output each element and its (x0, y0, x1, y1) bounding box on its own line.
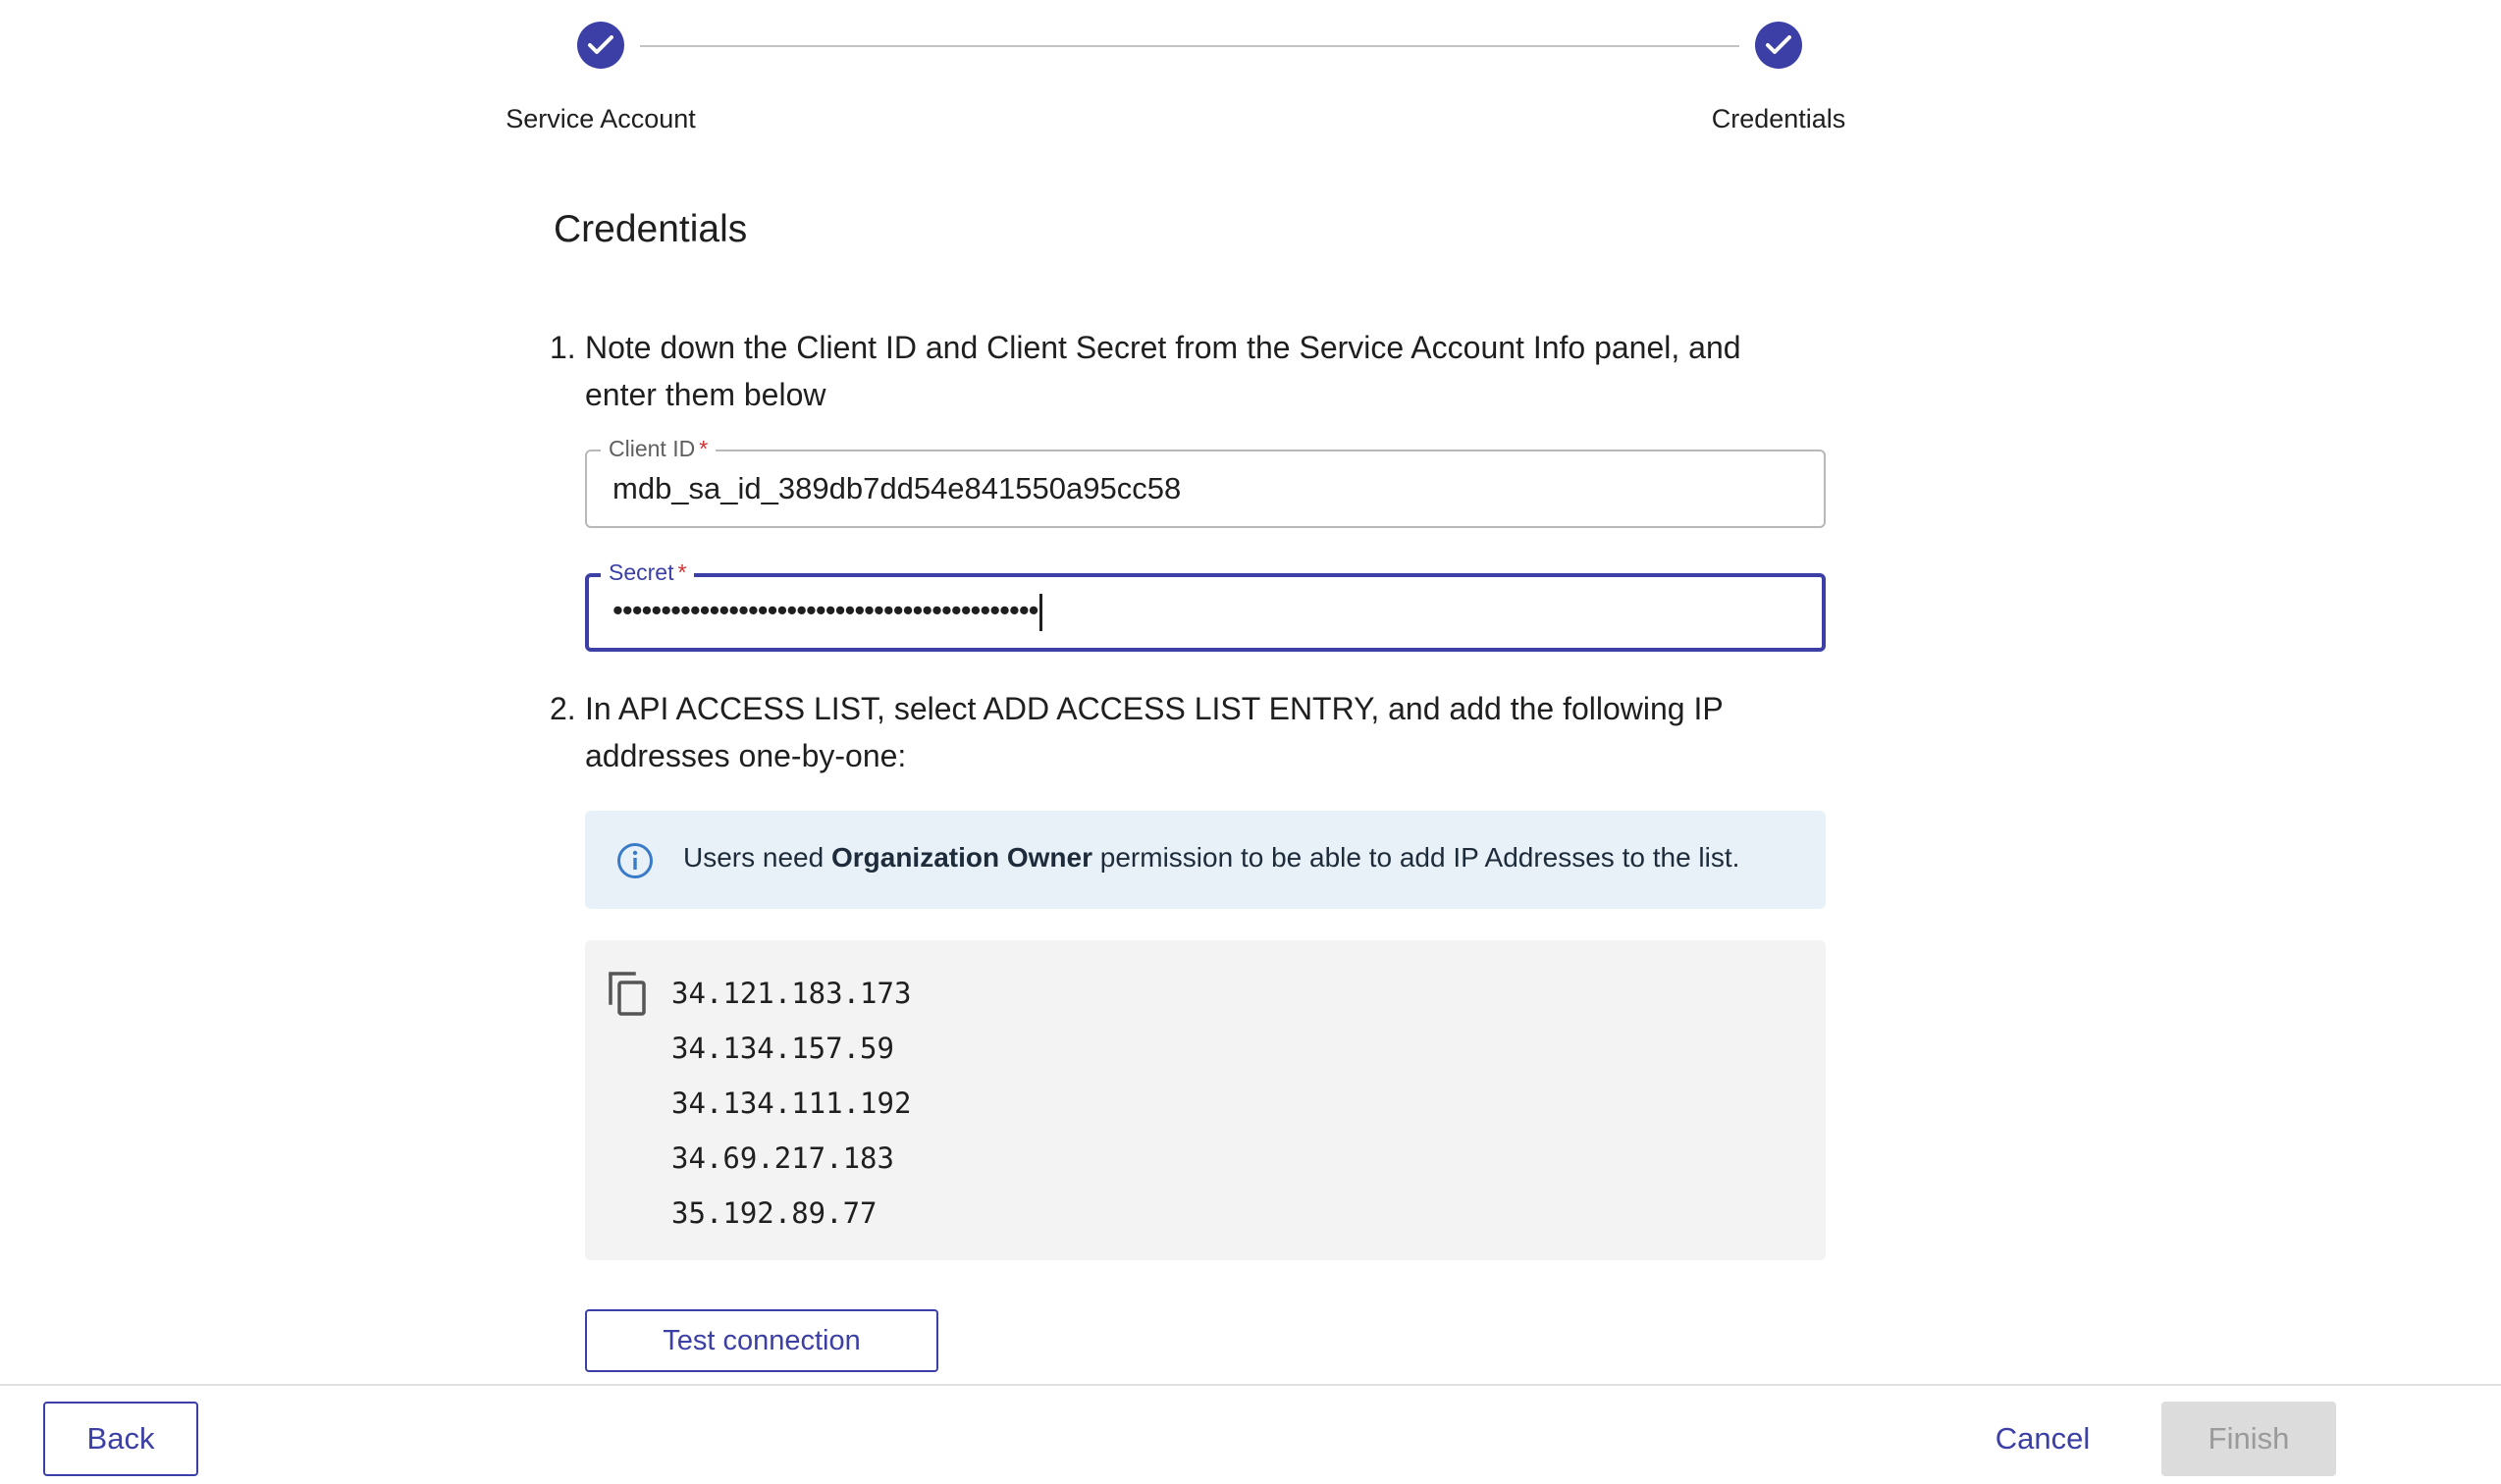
required-asterisk: * (677, 559, 687, 585)
back-button[interactable]: Back (43, 1402, 198, 1476)
secret-label: Secret * (601, 559, 695, 586)
secret-label-text: Secret (609, 559, 674, 585)
finish-button: Finish (2161, 1402, 2336, 1476)
step-2-line-1: In API ACCESS LIST, select ADD ACCESS LI… (585, 691, 1724, 726)
step-2-line-2: addresses one-by-one: (585, 738, 907, 773)
check-icon (1766, 35, 1791, 54)
step-label-credentials: Credentials (1711, 104, 1846, 133)
step-1-complete-icon (577, 22, 624, 69)
secret-masked-text: ••••••••••••••••••••••••••••••••••••••••… (612, 593, 1039, 627)
ip-address-item: 35.192.89.77 (671, 1196, 878, 1230)
client-id-label-text: Client ID (609, 436, 696, 461)
test-connection-button[interactable]: Test connection (585, 1309, 938, 1372)
client-id-field[interactable]: Client ID * mdb_sa_id_389db7dd54e841550a9… (585, 436, 1826, 528)
step-2-instructions: In API ACCESS LIST, select ADD ACCESS LI… (585, 685, 1851, 779)
footer-divider (0, 1384, 2501, 1386)
page-title: Credentials (554, 208, 748, 250)
info-text-after: permission to be able to add IP Addresse… (1092, 842, 1740, 873)
info-banner: Users need Organization Owner permission… (585, 811, 1826, 909)
copy-icon[interactable] (607, 970, 650, 1022)
ip-address-list: 34.121.183.173 34.134.157.59 34.134.111.… (671, 970, 911, 1245)
step-1-number: 1. (550, 330, 576, 365)
ip-address-item: 34.134.157.59 (671, 1032, 894, 1065)
secret-field[interactable]: Secret * ••••••••••••••••••••••••••••••••… (585, 559, 1826, 652)
cancel-button[interactable]: Cancel (1979, 1402, 2106, 1476)
ip-address-item: 34.134.111.192 (671, 1086, 912, 1120)
info-icon (616, 842, 654, 884)
step-1-instructions: Note down the Client ID and Client Secre… (585, 324, 1851, 418)
required-asterisk: * (699, 436, 709, 461)
step-1-line-1: Note down the Client ID and Client Secre… (585, 330, 1741, 365)
ip-address-block: 34.121.183.173 34.134.157.59 34.134.111.… (585, 940, 1826, 1260)
info-text-bold: Organization Owner (830, 842, 1092, 873)
client-id-value[interactable]: mdb_sa_id_389db7dd54e841550a95cc58 (612, 471, 1181, 506)
info-banner-text: Users need Organization Owner permission… (683, 842, 1739, 874)
step-2-complete-icon (1755, 22, 1802, 69)
stepper-connector (640, 45, 1739, 47)
info-text-before: Users need (683, 842, 831, 873)
step-2-number: 2. (550, 691, 576, 726)
check-icon (588, 35, 613, 54)
client-id-label: Client ID * (601, 436, 717, 462)
text-caret (1038, 593, 1042, 631)
ip-address-item: 34.69.217.183 (671, 1141, 894, 1175)
step-label-service-account: Service Account (506, 104, 696, 133)
ip-address-item: 34.121.183.173 (671, 977, 912, 1010)
secret-value[interactable]: ••••••••••••••••••••••••••••••••••••••••… (612, 593, 1042, 631)
step-1-line-2: enter them below (585, 377, 826, 412)
